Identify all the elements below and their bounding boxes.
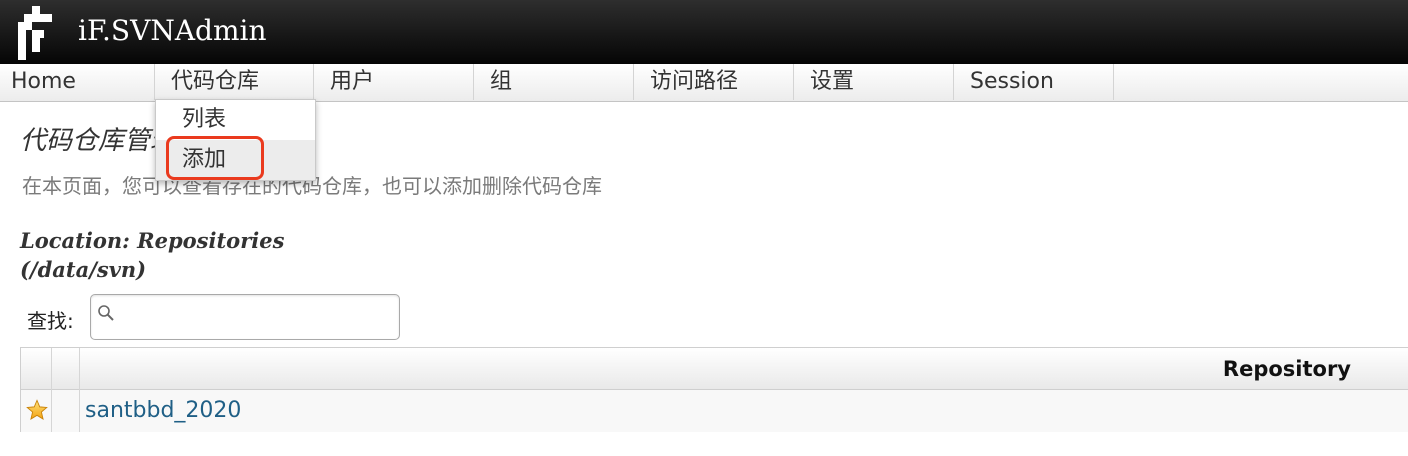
search-icon <box>98 305 114 321</box>
nav-session[interactable]: Session <box>954 64 1114 100</box>
page-title: 代码仓库管理 <box>20 126 177 156</box>
repository-table: Repository santbbd_2020 <box>20 347 1408 432</box>
menu-item-add[interactable]: 添加 <box>156 140 315 180</box>
column-divider <box>79 348 80 432</box>
app-header: iF.SVNAdmin <box>0 0 1408 64</box>
location-heading: Location: Repositories (/data/svn) <box>20 226 284 284</box>
nav-users[interactable]: 用户 <box>314 64 474 100</box>
nav-access-paths[interactable]: 访问路径 <box>634 64 794 100</box>
menu-item-list[interactable]: 列表 <box>156 100 315 140</box>
star-icon[interactable] <box>26 399 48 421</box>
search-label: 查找: <box>27 309 74 333</box>
column-header-repository[interactable]: Repository <box>1223 348 1351 390</box>
main-nav: Home 代码仓库 用户 组 访问路径 设置 Session <box>0 64 1408 102</box>
column-divider <box>51 348 52 432</box>
location-line-1: Location: Repositories <box>20 228 285 253</box>
app-title: iF.SVNAdmin <box>78 14 267 47</box>
nav-settings[interactable]: 设置 <box>794 64 954 100</box>
nav-groups[interactable]: 组 <box>474 64 634 100</box>
table-row: santbbd_2020 <box>21 390 1408 432</box>
search-input[interactable] <box>122 300 392 334</box>
nav-home[interactable]: Home <box>0 64 155 100</box>
repository-link[interactable]: santbbd_2020 <box>85 390 241 432</box>
table-header-row: Repository <box>21 348 1408 390</box>
app-logo-icon <box>18 6 52 60</box>
nav-repositories[interactable]: 代码仓库 <box>155 64 314 100</box>
repositories-dropdown-menu: 列表 添加 <box>155 99 316 181</box>
location-line-2: (/data/svn) <box>20 257 147 282</box>
